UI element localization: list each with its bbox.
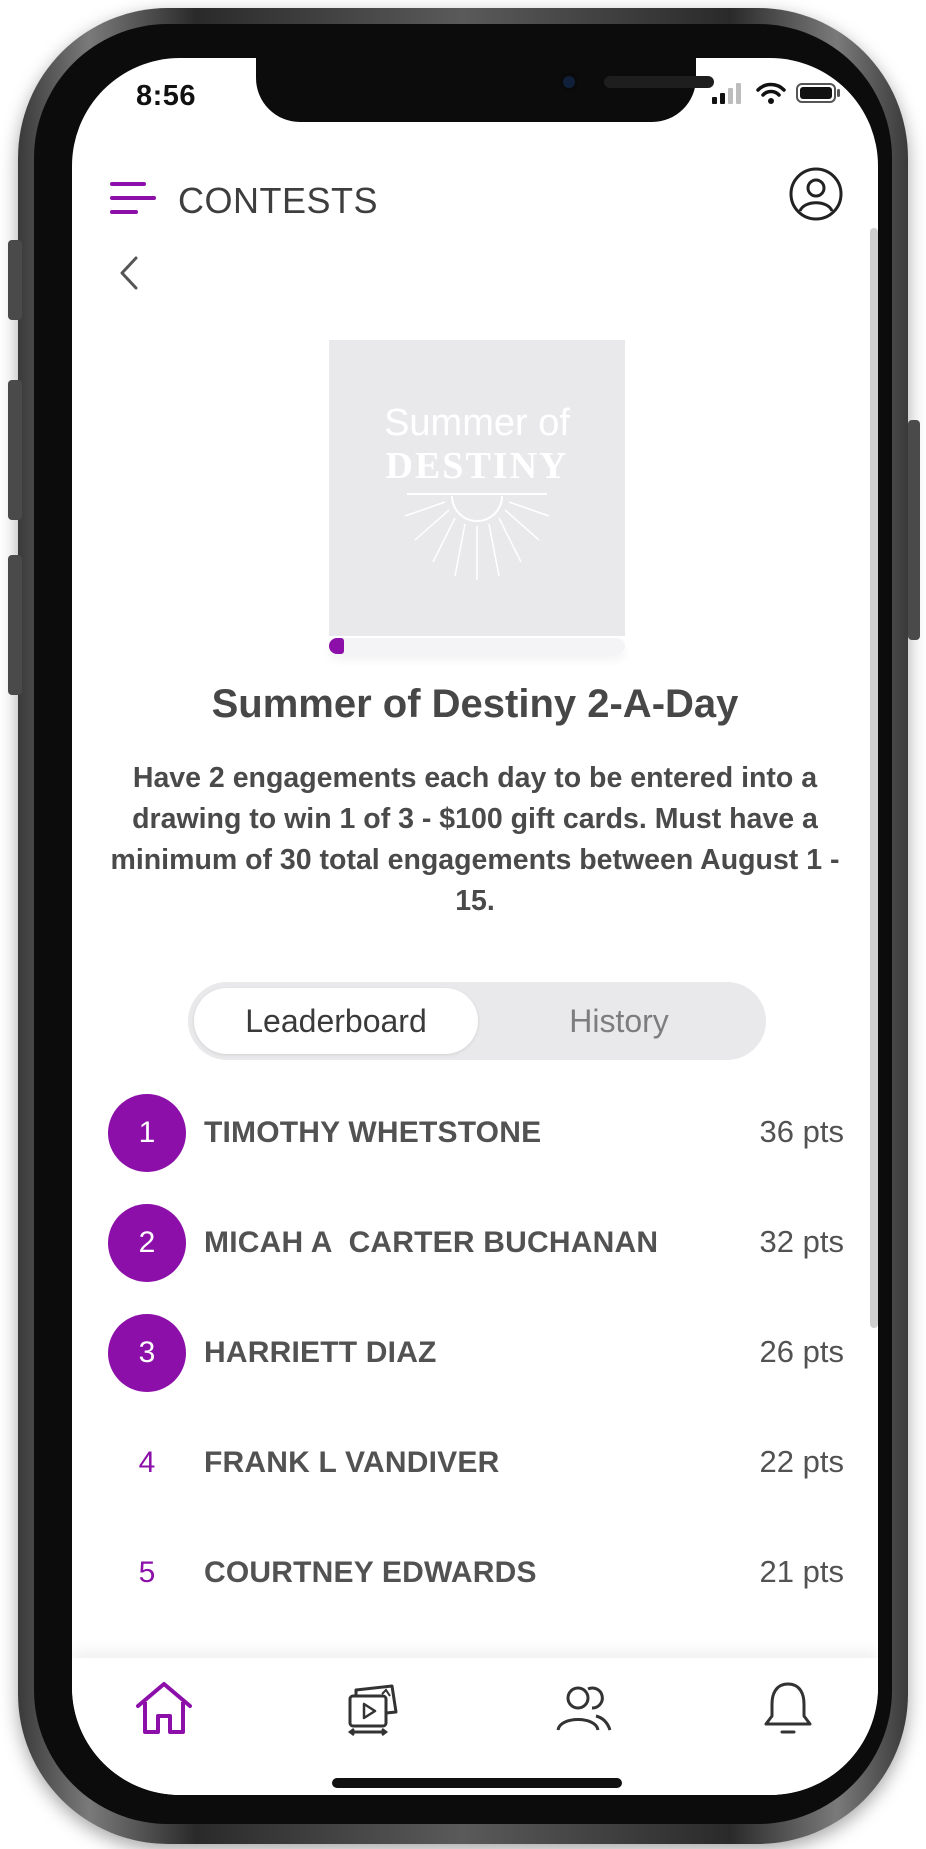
rank-badge: 1 — [108, 1094, 186, 1172]
contest-progress-fill — [329, 638, 344, 654]
home-icon[interactable] — [132, 1676, 196, 1740]
participant-name: TIMOTHY WHETSTONE — [204, 1116, 542, 1149]
app-header: CONTESTS — [110, 166, 843, 230]
contest-image-line1: Summer of — [384, 402, 570, 444]
contest-title: Summer of Destiny 2-A-Day — [211, 682, 739, 726]
contest-image: Summer of DESTINY — [329, 340, 625, 636]
contest-description: Have 2 engagements each day to be entere… — [110, 762, 840, 917]
leaderboard-history-toggle: Leaderboard History — [188, 982, 766, 1060]
status-icons — [712, 82, 842, 104]
contest-image-line2: DESTINY — [385, 445, 569, 487]
battery-icon — [796, 83, 840, 103]
leaderboard-row[interactable]: 2 MICAH A CARTER BUCHANAN 32 pts — [108, 1204, 844, 1314]
contest-progress-bar — [329, 638, 625, 654]
participant-points: 36 pts — [759, 1114, 844, 1149]
front-camera — [559, 72, 579, 92]
tab-history[interactable]: History — [478, 988, 760, 1054]
bottom-tab-bar — [72, 1658, 878, 1795]
mute-switch — [8, 240, 22, 320]
participant-name: MICAH A CARTER BUCHANAN — [204, 1226, 659, 1259]
rank-badge: 2 — [108, 1204, 186, 1282]
leaderboard-row[interactable]: 4 FRANK L VANDIVER 22 pts — [108, 1424, 844, 1534]
scrollbar[interactable] — [870, 228, 878, 1328]
leaderboard-row[interactable]: 1 TIMOTHY WHETSTONE 36 pts — [108, 1094, 844, 1204]
volume-up-button — [8, 380, 22, 520]
leaderboard-row[interactable]: 3 HARRIETT DIAZ 26 pts — [108, 1314, 844, 1424]
power-button — [908, 420, 920, 640]
participant-points: 32 pts — [759, 1224, 844, 1259]
app-screen: 8:56 CONTESTS Summer of DESTINY Summer o… — [72, 58, 878, 1795]
sun-rays-graphic — [404, 493, 550, 580]
notch — [256, 58, 714, 122]
menu-icon[interactable] — [110, 178, 156, 218]
participant-points: 22 pts — [759, 1444, 844, 1479]
speaker — [604, 76, 714, 88]
rank-number: 5 — [138, 1556, 156, 1589]
profile-icon[interactable] — [788, 166, 844, 222]
rank-number: 4 — [138, 1446, 156, 1479]
media-icon[interactable] — [342, 1676, 406, 1740]
leaderboard-list: 1 TIMOTHY WHETSTONE 36 pts 2 MICAH A CAR… — [108, 1094, 844, 1644]
page-title: CONTESTS — [178, 180, 379, 221]
tab-leaderboard[interactable]: Leaderboard — [194, 988, 478, 1054]
signal-icon — [712, 83, 741, 104]
home-indicator — [332, 1778, 622, 1788]
rank-badge: 3 — [108, 1314, 186, 1392]
leaderboard-row[interactable]: 5 COURTNEY EDWARDS 21 pts — [108, 1534, 844, 1644]
people-icon[interactable] — [552, 1676, 616, 1740]
participant-name: FRANK L VANDIVER — [204, 1446, 500, 1479]
volume-down-button — [8, 555, 22, 695]
back-chevron-icon[interactable] — [110, 248, 150, 298]
status-time: 8:56 — [136, 80, 197, 112]
participant-name: HARRIETT DIAZ — [204, 1336, 437, 1369]
bell-icon[interactable] — [756, 1676, 820, 1740]
participant-points: 21 pts — [759, 1554, 844, 1589]
wifi-icon — [756, 82, 786, 104]
participant-name: COURTNEY EDWARDS — [204, 1556, 537, 1589]
participant-points: 26 pts — [759, 1334, 844, 1369]
